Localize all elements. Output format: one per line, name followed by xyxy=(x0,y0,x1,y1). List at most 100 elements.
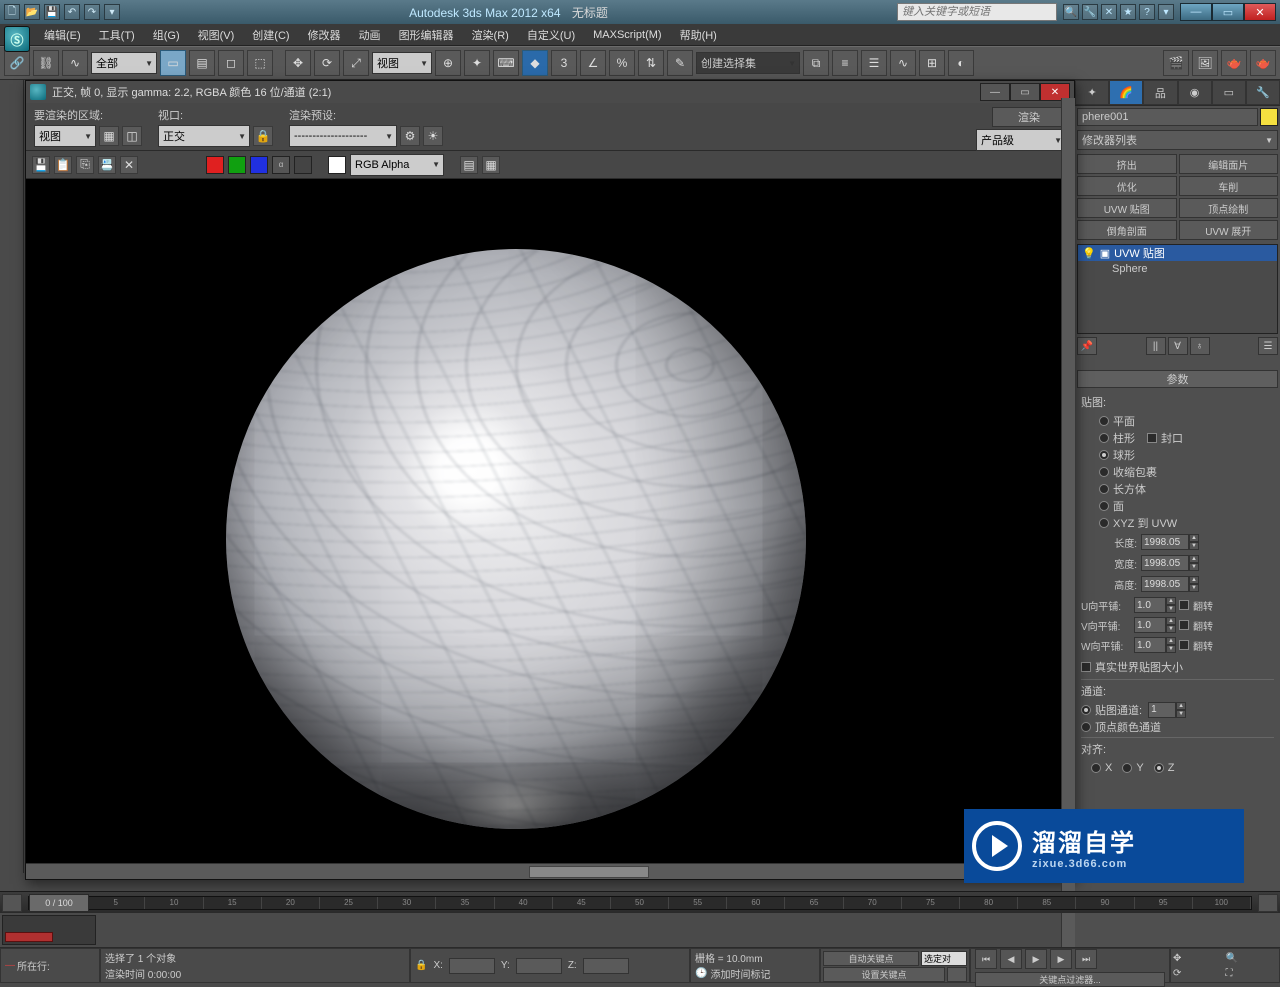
nav-max-icon[interactable]: ⛶ xyxy=(1226,968,1278,979)
snap-3-icon[interactable]: 3 xyxy=(551,50,577,76)
align-icon[interactable]: ≡ xyxy=(832,50,858,76)
edit-named-icon[interactable]: ✎ xyxy=(667,50,693,76)
close-button[interactable]: ✕ xyxy=(1244,3,1276,21)
qat-new-icon[interactable]: 🗋 xyxy=(4,4,20,20)
stack-row-sphere[interactable]: Sphere xyxy=(1078,261,1277,277)
menu-help[interactable]: 帮助(H) xyxy=(672,25,725,45)
timetag-label[interactable]: 添加时间标记 xyxy=(710,966,770,981)
pivot-icon[interactable]: ⊕ xyxy=(435,50,461,76)
height-input[interactable] xyxy=(1141,576,1189,592)
y-input[interactable] xyxy=(516,958,562,974)
binoculars-icon[interactable]: 🔍 xyxy=(1063,4,1079,20)
keyfilter-button[interactable]: 关键点过滤器... xyxy=(975,972,1165,987)
menu-maxscript[interactable]: MAXScript(M) xyxy=(585,27,669,43)
minimize-button[interactable]: — xyxy=(1180,3,1212,21)
vtile-spinner[interactable]: ▲▼ xyxy=(1134,617,1176,633)
tab-create-icon[interactable]: ✦ xyxy=(1075,80,1109,105)
qat-save-icon[interactable]: 💾 xyxy=(44,4,60,20)
goto-start-icon[interactable]: ⏮ xyxy=(975,949,997,969)
map-cyl-radio[interactable]: 柱形 xyxy=(1099,429,1135,446)
mod-editpatch-button[interactable]: 编辑面片 xyxy=(1179,154,1279,174)
modifier-list-combo[interactable]: 修改器列表 xyxy=(1077,130,1278,150)
mapchannel-radio[interactable]: 贴图通道: xyxy=(1081,701,1142,718)
schematic-icon[interactable]: ⊞ xyxy=(919,50,945,76)
render-minimize-button[interactable]: — xyxy=(980,83,1010,101)
channel-alpha-toggle[interactable]: α xyxy=(272,156,290,174)
tab-hierarchy-icon[interactable]: 品 xyxy=(1143,80,1177,105)
length-spinner[interactable]: ▲▼ xyxy=(1141,534,1199,550)
mod-uvwunwrap-button[interactable]: UVW 展开 xyxy=(1179,220,1279,240)
nav-zoom-icon[interactable]: 🔍 xyxy=(1226,953,1278,964)
make-unique-icon[interactable]: ∀ xyxy=(1168,337,1188,355)
ref-coord-combo[interactable]: 视图 xyxy=(372,52,432,74)
channel-blue-toggle[interactable] xyxy=(250,156,268,174)
viewport-combo[interactable]: 正交 xyxy=(158,125,250,147)
rollout-header-params[interactable]: 参数 xyxy=(1077,370,1278,388)
time-prev-icon[interactable] xyxy=(2,894,22,912)
unlink-icon[interactable]: ⛓ xyxy=(33,50,59,76)
mod-lathe-button[interactable]: 车削 xyxy=(1179,176,1279,196)
map-face-radio[interactable]: 面 xyxy=(1099,497,1274,514)
object-name-input[interactable] xyxy=(1077,108,1258,126)
vflip-check[interactable]: 翻转 xyxy=(1179,618,1213,633)
material-icon[interactable]: ◐ xyxy=(948,50,974,76)
map-cap-check[interactable]: 封口 xyxy=(1147,430,1183,446)
map-xyz-radio[interactable]: XYZ 到 UVW xyxy=(1099,514,1274,531)
align-z-radio[interactable]: Z xyxy=(1154,759,1175,776)
qat-redo-icon[interactable]: ↷ xyxy=(84,4,100,20)
tab-utilities-icon[interactable]: 🔧 xyxy=(1246,80,1280,105)
scrollbar-thumb[interactable] xyxy=(529,866,649,878)
key-icon[interactable]: 🔧 xyxy=(1082,4,1098,20)
channel-green-toggle[interactable] xyxy=(228,156,246,174)
render-titlebar[interactable]: 正交, 帧 0, 显示 gamma: 2.2, RGBA 颜色 16 位/通道 … xyxy=(26,81,1074,103)
selection-filter-combo[interactable]: 全部 xyxy=(91,52,157,74)
env-icon[interactable]: ☀ xyxy=(423,126,443,146)
print-image-icon[interactable]: 📇 xyxy=(98,156,116,174)
select-rect-icon[interactable]: ◻ xyxy=(218,50,244,76)
map-shrink-radio[interactable]: 收缩包裹 xyxy=(1099,463,1274,480)
snap-angle-icon[interactable]: ∠ xyxy=(580,50,606,76)
show-end-icon[interactable]: || xyxy=(1146,337,1166,355)
scale-icon[interactable]: ⤢ xyxy=(343,50,369,76)
rendered-frame-icon[interactable]: 🖼 xyxy=(1192,50,1218,76)
mapchannel-input[interactable] xyxy=(1148,702,1176,718)
bind-icon[interactable]: ∿ xyxy=(62,50,88,76)
snap-2d-icon[interactable]: ◆ xyxy=(522,50,548,76)
qat-undo-icon[interactable]: ↶ xyxy=(64,4,80,20)
render-h-scrollbar[interactable] xyxy=(26,863,1074,879)
setkey-go-icon[interactable] xyxy=(947,967,967,982)
link-icon[interactable]: 🔗 xyxy=(4,50,30,76)
layers-icon[interactable]: ☰ xyxy=(861,50,887,76)
help-dropdown-icon[interactable]: ▾ xyxy=(1158,4,1174,20)
render-prod-icon[interactable]: 🫖 xyxy=(1221,50,1247,76)
preset-combo[interactable]: -------------------- xyxy=(289,125,397,147)
mapchannel-spinner[interactable]: ▲▼ xyxy=(1148,702,1186,718)
time-next-icon[interactable] xyxy=(1258,894,1278,912)
edit-region-icon[interactable]: ▦ xyxy=(99,126,119,146)
x-input[interactable] xyxy=(449,958,495,974)
menu-views[interactable]: 视图(V) xyxy=(190,25,243,45)
menu-graph[interactable]: 图形编辑器 xyxy=(391,25,462,45)
render-viewport[interactable] xyxy=(26,179,1074,863)
menu-render[interactable]: 渲染(R) xyxy=(464,25,517,45)
setkey-button[interactable]: 设置关键点 xyxy=(823,967,945,982)
render-maximize-button[interactable]: ▭ xyxy=(1010,83,1040,101)
tab-display-icon[interactable]: ▭ xyxy=(1212,80,1246,105)
render-setup-icon[interactable]: 🎬 xyxy=(1163,50,1189,76)
manip-icon[interactable]: ✦ xyxy=(464,50,490,76)
channel-red-toggle[interactable] xyxy=(206,156,224,174)
uflip-check[interactable]: 翻转 xyxy=(1179,598,1213,613)
vcolchannel-radio[interactable]: 顶点颜色通道 xyxy=(1081,718,1274,735)
trackview-bar[interactable] xyxy=(5,932,53,942)
communicate-icon[interactable]: ✕ xyxy=(1101,4,1117,20)
nav-orbit-icon[interactable]: ⟳ xyxy=(1173,968,1225,979)
width-input[interactable] xyxy=(1141,555,1189,571)
object-color-swatch[interactable] xyxy=(1260,108,1278,126)
lightbulb-icon[interactable]: 💡 xyxy=(1082,247,1096,260)
qat-dropdown-icon[interactable]: ▾ xyxy=(104,4,120,20)
favorite-icon[interactable]: ★ xyxy=(1120,4,1136,20)
utile-spinner[interactable]: ▲▼ xyxy=(1134,597,1176,613)
mod-chamfer-button[interactable]: 倒角剖面 xyxy=(1077,220,1177,240)
mirror-icon[interactable]: ⧉ xyxy=(803,50,829,76)
time-track[interactable]: 5101520253035404550556065707580859095100… xyxy=(28,896,1252,910)
